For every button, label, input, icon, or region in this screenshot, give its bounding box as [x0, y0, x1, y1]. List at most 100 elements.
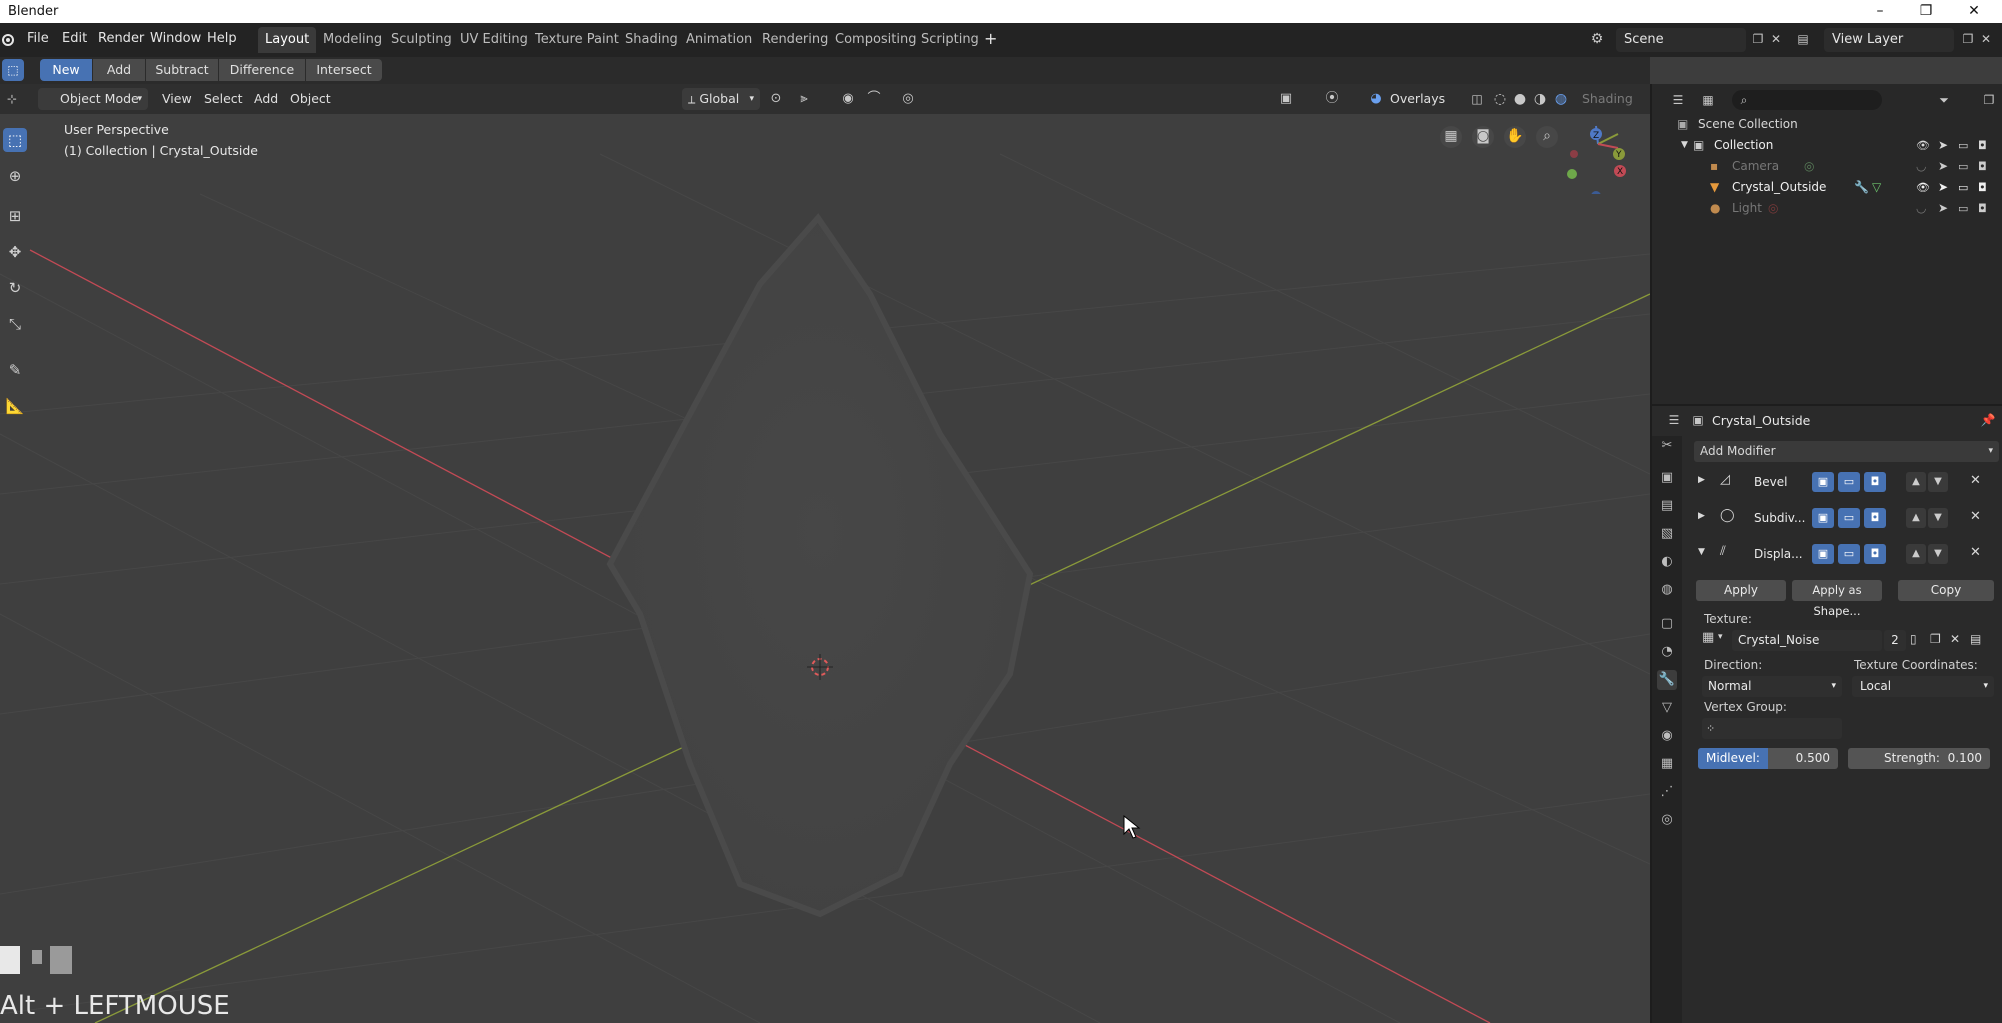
editor-type-icon[interactable]: ☰	[1662, 410, 1686, 430]
menu-help[interactable]: Help	[207, 31, 237, 46]
modifier-subdivision[interactable]: ▶ ◯ Subdiv... ▣ ▭ ◘ ▲ ▼ ✕	[1694, 504, 1999, 534]
tab-rendering[interactable]: Rendering	[755, 27, 835, 53]
render-toggle-icon[interactable]: ◘	[1978, 198, 1987, 219]
copy-button[interactable]: Copy	[1898, 580, 1994, 601]
tab-scripting[interactable]: Scripting	[914, 27, 986, 53]
gizmo-icon[interactable]: ⦿	[1322, 89, 1342, 109]
pan-view-icon[interactable]: ✋	[1504, 126, 1526, 148]
output-tab-icon[interactable]: ▤	[1657, 496, 1677, 516]
move-down-icon[interactable]: ▼	[1928, 472, 1948, 492]
snap-icon[interactable]: ⫸	[794, 89, 814, 109]
tab-shading[interactable]: Shading	[618, 27, 685, 53]
chevron-down-icon[interactable]: ▾	[1718, 632, 1723, 642]
modifiers-tab-icon[interactable]: 🔧	[1657, 670, 1677, 690]
outliner-row-light[interactable]: ● Light ◎ ◡ ➤ ▭ ◘	[1652, 198, 2002, 219]
proportional-editing-icon[interactable]: ◉	[838, 89, 858, 109]
outliner-row-camera[interactable]: ▪ Camera ◎ ◡ ➤ ▭ ◘	[1652, 156, 2002, 177]
expand-arrow-icon[interactable]: ▶	[1698, 475, 1705, 485]
scene-tab-icon[interactable]: ◐	[1657, 552, 1677, 572]
render-toggle-icon[interactable]: ◘	[1978, 177, 1987, 198]
subdivision-name[interactable]: Subdiv...	[1754, 511, 1805, 525]
orientation-dropdown[interactable]: ⟂ Global ▾	[682, 88, 760, 110]
editor-type-icon[interactable]: ⊹	[0, 89, 24, 109]
outliner-row-collection[interactable]: ▼ ▣ Collection 👁 ➤ ▭ ◘	[1652, 135, 2002, 156]
edit-mode-toggle-icon[interactable]: ▣	[1812, 472, 1834, 492]
render-tab-icon[interactable]: ▣	[1657, 468, 1677, 488]
move-tool-icon[interactable]: ⊞	[3, 204, 27, 228]
navigation-gizmo[interactable]: Z Y X	[1560, 114, 1640, 194]
view-layer-selector[interactable]: View Layer	[1824, 28, 1954, 52]
tab-uv-editing[interactable]: UV Editing	[453, 27, 535, 53]
world-tab-icon[interactable]: ◍	[1657, 580, 1677, 600]
overlays-button[interactable]: Overlays	[1390, 91, 1445, 106]
new-scene-icon[interactable]: ❐	[1748, 29, 1768, 49]
outliner-search-input[interactable]: ⌕	[1732, 90, 1882, 110]
view-layer-tab-icon[interactable]: ▧	[1657, 524, 1677, 544]
modifier-bevel[interactable]: ▶ ◿ Bevel ▣ ▭ ◘ ▲ ▼ ✕	[1694, 468, 1999, 498]
unlink-icon[interactable]: ✕	[1950, 632, 1960, 646]
select-arrow-icon[interactable]: ➤	[1938, 198, 1948, 219]
data-tab-icon[interactable]: ▽	[1657, 698, 1677, 718]
solid-shading-icon[interactable]: ●	[1510, 89, 1530, 109]
apply-button[interactable]: Apply	[1696, 580, 1786, 601]
minimize-button[interactable]: –	[1857, 0, 1903, 23]
object-types-icon[interactable]: ◎	[898, 89, 918, 109]
viewport-toggle-icon[interactable]: ▭	[1958, 156, 1968, 177]
boolean-difference-button[interactable]: Difference	[219, 59, 305, 81]
direction-dropdown[interactable]: Normal ▾	[1702, 676, 1842, 697]
scale-tool-icon[interactable]: ⤡	[3, 312, 27, 336]
zoom-view-icon[interactable]: ⌕	[1536, 126, 1558, 148]
boolean-subtract-button[interactable]: Subtract	[146, 59, 218, 81]
realtime-toggle-icon[interactable]: ▭	[1838, 508, 1860, 528]
blender-logo-icon[interactable]	[0, 32, 16, 48]
remove-modifier-icon[interactable]: ✕	[1970, 509, 1981, 524]
vertex-group-field[interactable]: ⁘	[1702, 718, 1842, 739]
realtime-toggle-icon[interactable]: ▭	[1838, 544, 1860, 564]
outliner-row-scene-collection[interactable]: ▣ Scene Collection	[1652, 114, 2002, 135]
modifier-displace[interactable]: ▼ ⫽ Displa... ▣ ▭ ◘ ▲ ▼ ✕	[1694, 540, 1999, 570]
pin-icon[interactable]: 📌	[1978, 410, 1998, 430]
remove-modifier-icon[interactable]: ✕	[1970, 473, 1981, 488]
measure-tool-icon[interactable]: 📐	[3, 394, 27, 418]
texture-settings-icon[interactable]: ▤	[1970, 632, 1981, 646]
filter-icon[interactable]: ⏷	[1932, 90, 1956, 110]
cursor-tool-icon[interactable]: ⊕	[3, 164, 27, 188]
menu-object[interactable]: Object	[290, 91, 331, 106]
close-window-button[interactable]: ✕	[1951, 0, 1997, 23]
render-toggle-icon[interactable]: ◘	[1864, 508, 1886, 528]
tab-layout[interactable]: Layout	[258, 27, 317, 53]
wireframe-shading-icon[interactable]: ◌	[1490, 89, 1510, 109]
menu-file[interactable]: File	[27, 31, 49, 46]
shading-dropdown[interactable]: Shading	[1582, 91, 1633, 106]
render-toggle-icon[interactable]: ◘	[1864, 544, 1886, 564]
constraints-tab-icon[interactable]: ◔	[1657, 642, 1677, 662]
display-mode-icon[interactable]: ▦	[1696, 90, 1720, 110]
move-up-icon[interactable]: ▲	[1906, 472, 1926, 492]
apply-as-shape-button[interactable]: Apply as Shape...	[1792, 580, 1882, 618]
tab-compositing[interactable]: Compositing	[828, 27, 924, 53]
xray-icon[interactable]: ◫	[1467, 89, 1487, 109]
select-arrow-icon[interactable]: ➤	[1938, 135, 1948, 156]
toggle-camera-view-icon[interactable]: ▦	[1440, 126, 1462, 148]
delete-view-layer-icon[interactable]: ✕	[1976, 29, 1996, 49]
visibility-icon[interactable]: ▣	[1276, 89, 1296, 109]
crystal-outside-mesh[interactable]	[606, 213, 1034, 918]
material-shading-icon[interactable]: ◑	[1530, 89, 1550, 109]
add-workspace-button[interactable]: +	[984, 29, 997, 48]
translate-tool-icon[interactable]: ✥	[3, 240, 27, 264]
strength-slider[interactable]: Strength: 0.100	[1848, 748, 1990, 769]
object-tab-icon[interactable]: ▢	[1657, 614, 1677, 634]
render-toggle-icon[interactable]: ◘	[1864, 472, 1886, 492]
scene-icon[interactable]: ⚙	[1586, 29, 1608, 49]
move-up-icon[interactable]: ▲	[1906, 508, 1926, 528]
new-view-layer-icon[interactable]: ❐	[1958, 29, 1978, 49]
editor-type-icon[interactable]: ☰	[1666, 90, 1690, 110]
render-toggle-icon[interactable]: ◘	[1978, 135, 1987, 156]
pivot-point-icon[interactable]: ⊙	[766, 89, 786, 109]
remove-modifier-icon[interactable]: ✕	[1970, 545, 1981, 560]
fake-user-icon[interactable]: ▯	[1910, 632, 1917, 646]
move-up-icon[interactable]: ▲	[1906, 544, 1926, 564]
tab-sculpting[interactable]: Sculpting	[384, 27, 459, 53]
texture-tab-icon[interactable]: ▦	[1657, 754, 1677, 774]
duplicate-icon[interactable]: ❐	[1930, 632, 1941, 646]
